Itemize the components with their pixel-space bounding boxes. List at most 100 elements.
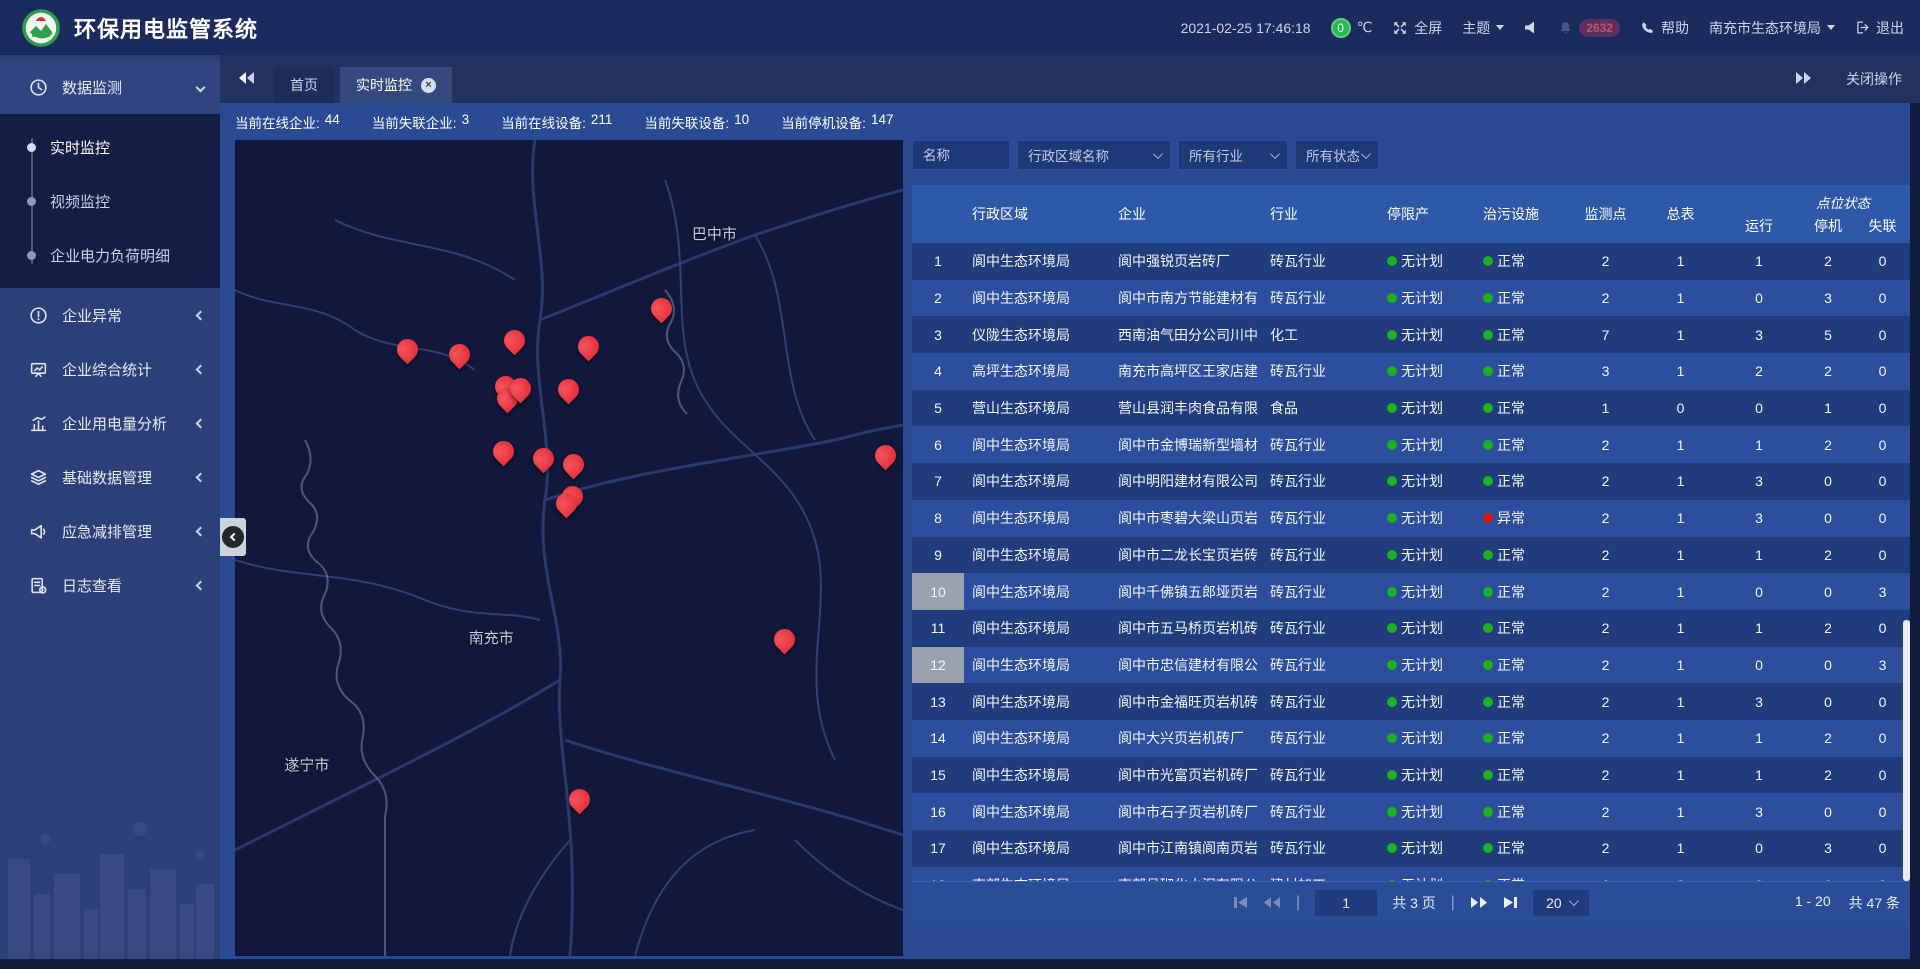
status-dot-green-icon	[1387, 476, 1397, 486]
cell-facility: 正常	[1471, 353, 1567, 390]
row-index: 12	[912, 647, 964, 684]
sidebar-subitem-2[interactable]: 企业电力负荷明细	[0, 228, 220, 282]
mute-button[interactable]	[1524, 20, 1538, 35]
cell-total: 0	[1644, 867, 1717, 881]
table-row[interactable]: 12阆中生态环境局阆中市忠信建材有限公砖瓦行业无计划正常21003	[912, 647, 1910, 684]
table-scrollbar[interactable]	[1903, 620, 1910, 881]
sidebar-submenu: 实时监控视频监控企业电力负荷明细	[0, 114, 220, 288]
tab-close-icon[interactable]: ×	[421, 78, 436, 93]
sidebar-item-3[interactable]: 企业用电量分析	[0, 396, 220, 450]
sidebar-item-0[interactable]: 数据监测	[0, 60, 220, 114]
table-row[interactable]: 1阆中生态环境局阆中强锐页岩砖厂砖瓦行业无计划正常21120	[912, 243, 1910, 280]
table-row[interactable]: 13阆中生态环境局阆中市金福旺页岩机砖砖瓦行业无计划正常21300	[912, 683, 1910, 720]
stat-item-2: 当前在线设备:211	[501, 112, 612, 132]
sidebar-item-2[interactable]: 企业综合统计	[0, 342, 220, 396]
col-industry: 行业	[1262, 185, 1375, 243]
region-select[interactable]: 行政区域名称	[1017, 140, 1171, 170]
row-index: 2	[912, 280, 964, 317]
close-operations-button[interactable]: 关闭操作	[1846, 69, 1902, 89]
tab-0[interactable]: 首页	[274, 67, 334, 103]
cell-run: 2	[1717, 353, 1801, 390]
tab-1[interactable]: 实时监控 ×	[340, 67, 452, 103]
logout-button[interactable]: 退出	[1855, 18, 1904, 38]
sidebar-subitem-1[interactable]: 视频监控	[0, 174, 220, 228]
status-select[interactable]: 所有状态	[1295, 140, 1379, 170]
sidebar-item-1[interactable]: 企业异常	[0, 288, 220, 342]
stat-label: 当前失联设备:	[644, 112, 729, 132]
cell-industry: 砖瓦行业	[1262, 243, 1375, 280]
map-roads	[235, 140, 903, 956]
map-panel[interactable]: 巴中市南充市遂宁市	[235, 140, 903, 956]
cell-stop: 2	[1801, 243, 1855, 280]
sidebar-item-label: 企业异常	[62, 305, 122, 326]
table-row[interactable]: 2阆中生态环境局阆中市南方节能建材有砖瓦行业无计划正常21030	[912, 280, 1910, 317]
cell-monitor: 2	[1567, 610, 1644, 647]
cell-region: 阆中生态环境局	[964, 720, 1110, 757]
table-row[interactable]: 3仪陇生态环境局西南油气田分公司川中化工无计划正常71350	[912, 316, 1910, 353]
industry-select[interactable]: 所有行业	[1178, 140, 1288, 170]
name-filter[interactable]	[912, 140, 1010, 170]
table-row[interactable]: 10阆中生态环境局阆中千佛镇五郎垭页岩砖瓦行业无计划正常21003	[912, 573, 1910, 610]
table-row[interactable]: 4高坪生态环境局南充市高坪区王家店建砖瓦行业无计划正常31220	[912, 353, 1910, 390]
last-page-button[interactable]	[1503, 896, 1518, 909]
cell-run: 1	[1717, 757, 1801, 794]
table-row[interactable]: 9阆中生态环境局阆中市二龙长宝页岩砖砖瓦行业无计划正常21120	[912, 537, 1910, 574]
prev-page-button[interactable]	[1263, 896, 1281, 909]
table-row[interactable]: 8阆中生态环境局阆中市枣碧大梁山页岩砖瓦行业无计划异常21300	[912, 500, 1910, 537]
status-dot-green-icon	[1387, 660, 1397, 670]
organization-dropdown[interactable]: 南充市生态环境局	[1709, 18, 1835, 38]
pager-divider: |	[1296, 894, 1300, 912]
table-row[interactable]: 11阆中生态环境局阆中市五马桥页岩机砖砖瓦行业无计划正常21120	[912, 610, 1910, 647]
row-index: 4	[912, 353, 964, 390]
cell-facility: 正常	[1471, 757, 1567, 794]
cell-industry: 砖瓦行业	[1262, 463, 1375, 500]
status-dot-green-icon	[1387, 293, 1397, 303]
sidebar-item-4[interactable]: 基础数据管理	[0, 450, 220, 504]
stat-label: 当前在线设备:	[501, 112, 586, 132]
stat-value: 3	[462, 112, 470, 132]
tabs-scroll-left-button[interactable]	[238, 71, 256, 90]
page-input[interactable]: 1	[1315, 890, 1377, 916]
cell-stop: 2	[1801, 757, 1855, 794]
megaphone-icon	[28, 521, 48, 541]
status-dot-green-icon	[1483, 330, 1493, 340]
table-row[interactable]: 18南部生态环境局南部县砌化水泥有限公建材加工无计划正常60060	[912, 867, 1910, 881]
stat-value: 147	[871, 112, 894, 132]
cell-monitor: 2	[1567, 280, 1644, 317]
cell-lost: 0	[1855, 537, 1910, 574]
cell-industry: 砖瓦行业	[1262, 573, 1375, 610]
cell-production: 无计划	[1375, 463, 1471, 500]
theme-dropdown[interactable]: 主题	[1462, 18, 1504, 38]
sidebar-subitem-0[interactable]: 实时监控	[0, 120, 220, 174]
col-run: 运行	[1717, 185, 1801, 243]
table-row[interactable]: 15阆中生态环境局阆中市光富页岩机砖厂砖瓦行业无计划正常21120	[912, 757, 1910, 794]
table-row[interactable]: 5营山生态环境局营山县润丰肉食品有限食品无计划正常10010	[912, 390, 1910, 427]
table-row[interactable]: 14阆中生态环境局阆中大兴页岩机砖厂砖瓦行业无计划正常21120	[912, 720, 1910, 757]
cell-stop: 1	[1801, 390, 1855, 427]
cell-industry: 建材加工	[1262, 867, 1375, 881]
tabs-scroll-right-button[interactable]	[1794, 71, 1812, 88]
cell-monitor: 3	[1567, 353, 1644, 390]
first-page-button[interactable]	[1233, 896, 1248, 909]
sidebar-item-6[interactable]: 日志查看	[0, 558, 220, 612]
cell-facility: 异常	[1471, 500, 1567, 537]
fullscreen-button[interactable]: 全屏	[1392, 18, 1442, 38]
cell-company: 阆中强锐页岩砖厂	[1110, 243, 1262, 280]
chevron-down-icon	[1153, 149, 1163, 159]
cell-lost: 0	[1855, 243, 1910, 280]
cell-monitor: 2	[1567, 720, 1644, 757]
sidebar-item-5[interactable]: 应急减排管理	[0, 504, 220, 558]
phone-icon	[1640, 20, 1655, 35]
table-row[interactable]: 7阆中生态环境局阆中明阳建材有限公司砖瓦行业无计划正常21300	[912, 463, 1910, 500]
page-size-select[interactable]: 20	[1533, 890, 1589, 916]
cell-production: 无计划	[1375, 610, 1471, 647]
next-page-button[interactable]	[1470, 896, 1488, 909]
table-row[interactable]: 17阆中生态环境局阆中市江南镇阆南页岩砖瓦行业无计划正常21030	[912, 830, 1910, 867]
name-input[interactable]	[923, 148, 999, 163]
tab-label: 实时监控	[356, 75, 412, 95]
table-row[interactable]: 16阆中生态环境局阆中市石子页岩机砖厂砖瓦行业无计划正常21300	[912, 793, 1910, 830]
map-collapse-button[interactable]	[220, 518, 246, 556]
notifications[interactable]: 2632	[1558, 19, 1620, 37]
help-button[interactable]: 帮助	[1640, 18, 1689, 38]
table-row[interactable]: 6阆中生态环境局阆中市金博瑞新型墙材砖瓦行业无计划正常21120	[912, 426, 1910, 463]
